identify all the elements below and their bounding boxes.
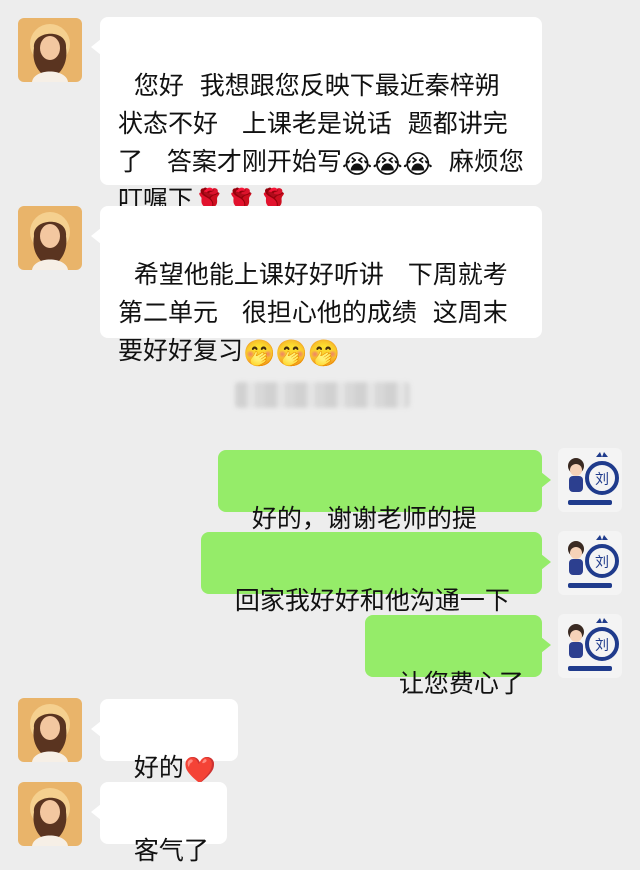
message-bubble-incoming[interactable]: 好的❤️ (91, 699, 238, 784)
heart-emoji-icon: ❤️ (183, 756, 217, 786)
message-bubble-outgoing[interactable]: 好的，谢谢老师的提醒。 (218, 450, 551, 571)
sender-avatar-icon[interactable] (18, 698, 82, 762)
my-avatar-icon[interactable]: 刘 (558, 531, 622, 595)
sender-avatar-icon[interactable] (18, 206, 82, 270)
message-bubble-outgoing[interactable]: 回家我好好和他沟通一下 (201, 532, 551, 615)
shush-emoji-icon: 🤭 (275, 339, 308, 369)
svg-text:刘: 刘 (595, 555, 609, 571)
shush-emoji-icon: 🤭 (243, 339, 276, 369)
message-bubble-incoming[interactable]: 希望他能上课好好听讲 下周就考第二单元 很担心他的成绩 这周末要好好复习🤭🤭🤭 (91, 206, 542, 367)
shush-emoji-icon: 🤭 (307, 339, 341, 369)
svg-text:刘: 刘 (595, 472, 609, 488)
crying-emoji-icon: 😭 (341, 150, 373, 180)
message-text: 回家我好好和他沟通一下 (234, 586, 510, 615)
blurred-timestamp (235, 382, 410, 408)
message-bubble-incoming[interactable]: 您好 我想跟您反映下最近秦梓朔状态不好 上课老是说话 题都讲完了 答案才刚开始写… (91, 17, 542, 216)
message-text: 让您费心了 (398, 669, 524, 698)
message-bubble-outgoing[interactable]: 让您费心了 (365, 615, 551, 698)
my-avatar-icon[interactable]: 刘 (558, 448, 622, 512)
sender-avatar-icon[interactable] (18, 782, 82, 846)
sender-avatar-icon[interactable] (18, 18, 82, 82)
my-avatar-icon[interactable]: 刘 (558, 614, 622, 678)
crying-emoji-icon: 😭 (402, 150, 434, 180)
crying-emoji-icon: 😭 (372, 150, 403, 180)
message-bubble-incoming[interactable]: 客气了 (91, 782, 227, 865)
svg-text:刘: 刘 (595, 638, 609, 654)
message-text: 好的 (133, 753, 184, 782)
